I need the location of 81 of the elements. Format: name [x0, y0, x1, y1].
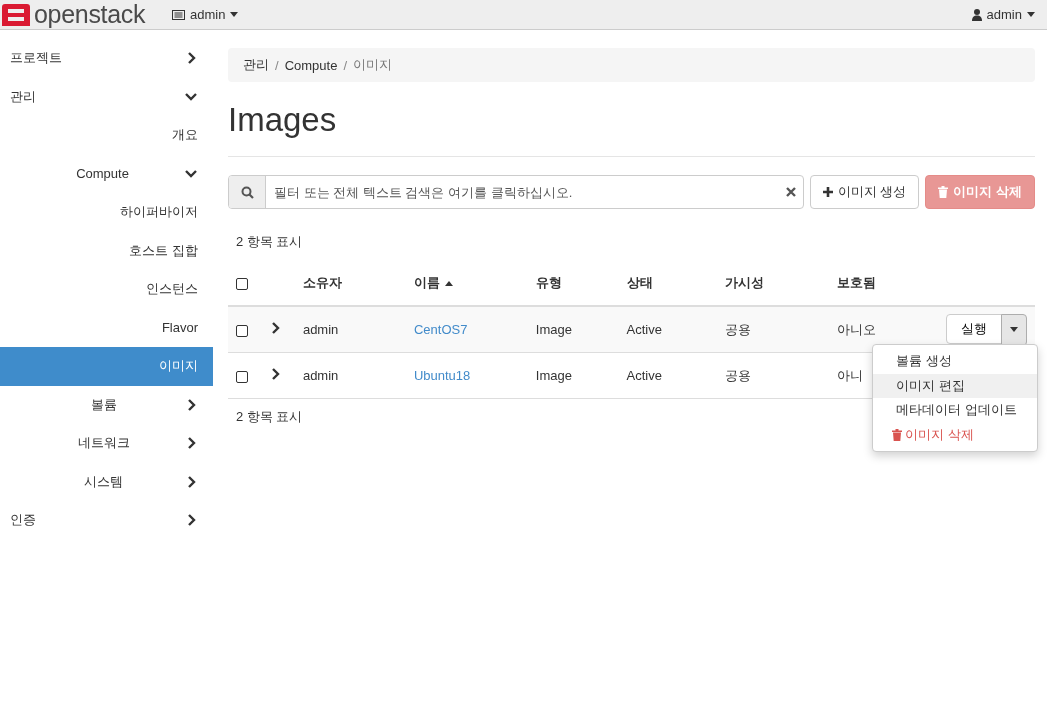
chevron-right-icon	[187, 514, 197, 527]
chevron-right-icon	[187, 475, 197, 488]
chevron-right-icon	[187, 52, 197, 65]
user-icon	[971, 8, 982, 21]
brand-name: openstack	[34, 0, 146, 29]
table-cell: 공용	[724, 321, 751, 337]
list-icon	[172, 9, 185, 20]
row-checkbox[interactable]	[236, 370, 248, 383]
item-count: 2 항목 표시	[236, 408, 303, 426]
menu-item[interactable]: 이미지 편집	[873, 373, 1037, 398]
clear-icon[interactable]	[785, 187, 796, 197]
chevron-right-icon	[187, 398, 197, 411]
sidebar-label: 프로젝트	[10, 49, 63, 68]
table-cell: Active	[626, 368, 662, 383]
column-header[interactable]: 유형	[535, 275, 562, 290]
table-cell: Image	[535, 368, 572, 383]
column-header[interactable]: 이름	[413, 274, 453, 292]
sidebar-item[interactable]: Compute	[0, 154, 213, 193]
menu-item[interactable]: 이미지 삭제	[873, 422, 1037, 447]
menu-item[interactable]: 볼륨 생성	[873, 349, 1037, 374]
sidebar-item[interactable]: 호스트 집합	[0, 231, 213, 270]
caret-icon	[1010, 327, 1018, 332]
column-header[interactable]: 상태	[626, 275, 653, 290]
page-title: Images	[228, 101, 338, 139]
sidebar-item[interactable]: 관리	[0, 77, 213, 116]
expand-row-icon	[271, 322, 282, 334]
table-cell: 아니오	[836, 321, 876, 337]
sidebar-label: 네트워크	[76, 434, 131, 453]
table-cell: admin	[302, 368, 339, 383]
table-cell: Active	[626, 322, 662, 337]
sidebar-item[interactable]: 시스템	[0, 462, 213, 501]
image-link[interactable]: CentOS7	[413, 322, 468, 337]
sidebar-label: 볼륨	[89, 395, 118, 414]
breadcrumb-item[interactable]: 관리	[243, 56, 269, 74]
row-checkbox[interactable]	[236, 324, 248, 337]
plus-icon	[822, 187, 833, 197]
sidebar-label: 관리	[10, 87, 37, 106]
select-all-checkbox[interactable]	[236, 278, 248, 291]
user-menu[interactable]: admin	[971, 7, 1035, 22]
table-cell: Image	[535, 322, 572, 337]
column-header[interactable]: 가시성	[724, 275, 764, 290]
sidebar-label: 인증	[10, 511, 37, 530]
caret-icon	[1027, 12, 1035, 17]
image-link[interactable]: Ubuntu18	[413, 368, 471, 383]
column-header[interactable]: 보호됨	[836, 275, 876, 290]
breadcrumb-item: 이미지	[353, 56, 392, 74]
table-cell: 공용	[724, 367, 751, 383]
item-count: 2 항목 표시	[236, 233, 303, 251]
chevron-down-icon	[185, 168, 197, 179]
table-cell: admin	[302, 322, 339, 337]
sidebar-item[interactable]: 인스턴스	[0, 270, 213, 309]
actions-dropdown-toggle[interactable]	[1001, 313, 1027, 346]
chevron-right-icon	[187, 437, 197, 450]
sort-up-icon	[444, 280, 453, 286]
breadcrumb-separator: /	[275, 57, 279, 73]
project-menu[interactable]: admin	[172, 7, 239, 22]
trash-icon	[938, 186, 949, 198]
sidebar-label: 시스템	[83, 472, 124, 491]
create-image-button[interactable]: 이미지 생성	[809, 175, 920, 209]
breadcrumb-item[interactable]: Compute	[284, 57, 338, 73]
sidebar-item[interactable]: 볼륨	[0, 385, 213, 424]
sidebar-label: Compute	[75, 166, 130, 182]
sidebar-item[interactable]: Flavor	[0, 308, 213, 347]
launch-button[interactable]: 실행	[946, 313, 1002, 344]
table-cell: 아니	[836, 367, 863, 383]
breadcrumb-separator: /	[343, 57, 347, 73]
sidebar-item[interactable]: 개요	[0, 116, 213, 155]
sidebar-item[interactable]: 인증	[0, 501, 213, 540]
caret-icon	[230, 12, 239, 17]
sidebar-item[interactable]: 네트워크	[0, 424, 213, 463]
expand-row-icon	[271, 368, 282, 380]
sidebar-item[interactable]: 이미지	[0, 347, 213, 386]
menu-item[interactable]: 메타데이터 업데이트	[873, 398, 1037, 423]
sidebar-item[interactable]: 프로젝트	[0, 39, 213, 78]
chevron-down-icon	[185, 91, 197, 102]
column-header[interactable]: 소유자	[302, 275, 342, 290]
search-field[interactable]: 필터 또는 전체 텍스트 검색은 여기를 클릭하십시오.	[228, 175, 804, 209]
search-icon	[240, 185, 254, 199]
logo-icon	[2, 3, 30, 26]
sidebar-item[interactable]: 하이퍼바이저	[0, 193, 213, 232]
trash-icon	[892, 428, 902, 441]
